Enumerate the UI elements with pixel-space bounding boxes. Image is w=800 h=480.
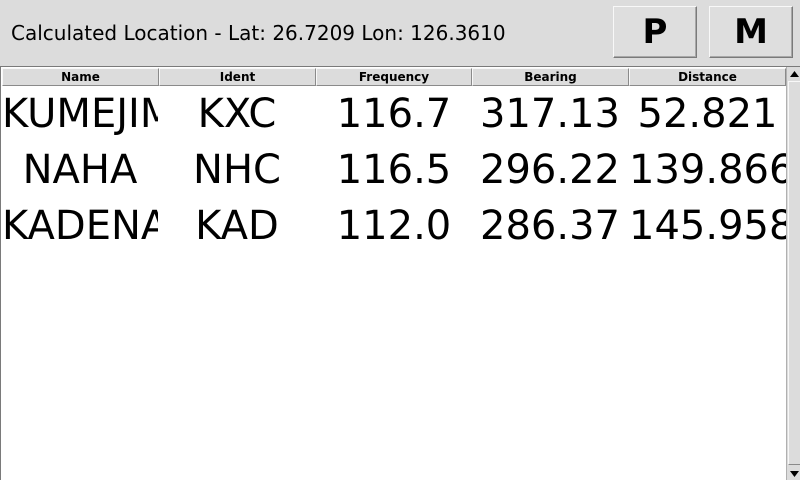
- cell-bearing: 296.22: [480, 147, 620, 193]
- cell-name: KUMEJIMA: [2, 91, 158, 137]
- cell-frequency: 112.0: [336, 203, 452, 249]
- cell-frequency: 116.7: [336, 91, 452, 137]
- cell-ident: KXC: [197, 91, 277, 137]
- cell-ident: KAD: [195, 203, 279, 249]
- cell-distance: 145.958: [629, 203, 786, 249]
- table-body: KUMEJIMA KXC 116.7 317.13 52.821 NAHA NH…: [2, 86, 786, 254]
- cell-ident: NHC: [193, 147, 281, 193]
- scroll-thumb[interactable]: [788, 81, 800, 465]
- cell-bearing: 286.37: [480, 203, 620, 249]
- calculated-location-label: Calculated Location - Lat: 26.7209 Lon: …: [11, 21, 506, 45]
- cell-bearing: 317.13: [480, 91, 620, 137]
- cell-distance: 139.866: [629, 147, 786, 193]
- scroll-up-arrow-icon[interactable]: [788, 67, 800, 80]
- table-row[interactable]: KUMEJIMA KXC 116.7 317.13 52.821: [2, 86, 786, 142]
- scroll-track[interactable]: [788, 81, 800, 465]
- table-row[interactable]: NAHA NHC 116.5 296.22 139.866: [2, 142, 786, 198]
- station-table: Name Ident Frequency Bearing Distance KU…: [0, 66, 800, 480]
- column-header-bearing[interactable]: Bearing: [472, 68, 629, 86]
- p-button[interactable]: P: [613, 6, 697, 58]
- cell-frequency: 116.5: [336, 147, 452, 193]
- column-header-distance[interactable]: Distance: [629, 68, 786, 86]
- table-header: Name Ident Frequency Bearing Distance: [2, 68, 786, 86]
- column-header-frequency[interactable]: Frequency: [316, 68, 472, 86]
- cell-distance: 52.821: [637, 91, 778, 137]
- column-header-ident[interactable]: Ident: [159, 68, 316, 86]
- top-bar: Calculated Location - Lat: 26.7209 Lon: …: [0, 0, 800, 66]
- cell-name: NAHA: [22, 147, 138, 193]
- column-header-name[interactable]: Name: [2, 68, 159, 86]
- table-row[interactable]: KADENA KAD 112.0 286.37 145.958: [2, 198, 786, 254]
- scroll-down-arrow-icon[interactable]: [788, 467, 800, 480]
- vertical-scrollbar[interactable]: [786, 67, 800, 480]
- cell-name: KADENA: [2, 203, 158, 249]
- m-button[interactable]: M: [709, 6, 793, 58]
